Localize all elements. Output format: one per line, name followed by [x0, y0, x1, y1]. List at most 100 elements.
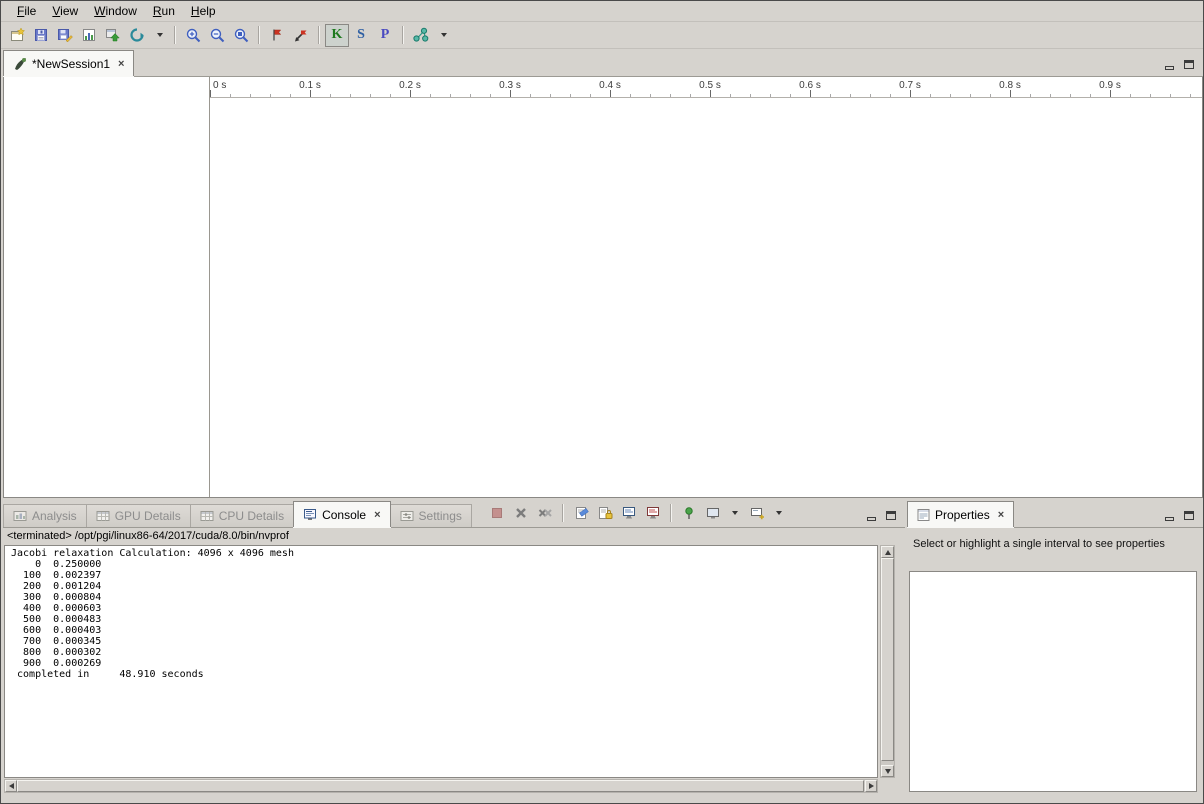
chevron-down-icon: [776, 511, 782, 515]
timeline-view[interactable]: 0 s 0.1 s 0.2 s 0.3 s 0.4 s 0.5 s 0.6 s …: [3, 77, 1203, 498]
chevron-down-icon: [441, 33, 447, 37]
menu-run[interactable]: Run: [145, 2, 183, 20]
console-output-text: Jacobi relaxation Calculation: 4096 x 40…: [11, 548, 877, 680]
kernel-toggle-button[interactable]: K: [325, 24, 349, 47]
analysis-icon: [412, 27, 430, 43]
remove-all-terminated-button[interactable]: [533, 501, 557, 524]
clear-console-icon: [573, 505, 589, 521]
minimize-icon: [1165, 66, 1174, 70]
main-toolbar: K S P: [1, 22, 1203, 49]
process-toggle-button[interactable]: P: [373, 24, 397, 47]
scroll-right-button[interactable]: [865, 780, 877, 792]
properties-tab-icon: [917, 509, 930, 521]
tab-properties[interactable]: Properties ×: [907, 501, 1014, 527]
profile-chart-icon: [81, 27, 97, 43]
profile-application-button[interactable]: [77, 24, 101, 47]
properties-panel: Properties × Select or highlight a singl…: [907, 501, 1203, 797]
import-session-button[interactable]: [101, 24, 125, 47]
console-horizontal-scrollbar[interactable]: [4, 779, 878, 793]
editor-window-buttons: [1159, 56, 1203, 76]
console-toolbar: [485, 501, 789, 527]
tab-settings-label: Settings: [419, 509, 462, 523]
maximize-icon: [1184, 511, 1194, 520]
minimize-button[interactable]: [1159, 507, 1179, 523]
clear-console-button[interactable]: [569, 501, 593, 524]
remove-launch-button[interactable]: [509, 501, 533, 524]
properties-tab-row: Properties ×: [907, 501, 1203, 528]
pin-console-icon: [681, 505, 697, 521]
goto-flag-icon: [293, 27, 309, 43]
save-as-icon: [57, 27, 73, 43]
minimize-button[interactable]: [861, 507, 881, 523]
maximize-button[interactable]: [1179, 507, 1199, 523]
scroll-left-button[interactable]: [5, 780, 17, 792]
display-console-dropdown-button[interactable]: [725, 501, 745, 524]
scroll-down-button[interactable]: [881, 765, 894, 777]
zoom-out-button[interactable]: [205, 24, 229, 47]
toolbar-separator: [670, 504, 672, 522]
tab-console-label: Console: [322, 508, 366, 522]
tab-settings[interactable]: Settings: [390, 504, 472, 527]
save-session-button[interactable]: [29, 24, 53, 47]
flag-button[interactable]: [265, 24, 289, 47]
console-tab-icon: [303, 509, 317, 521]
properties-message: Select or highlight a single interval to…: [913, 538, 1199, 550]
scroll-up-button[interactable]: [881, 546, 894, 558]
console-output[interactable]: Jacobi relaxation Calculation: 4096 x 40…: [4, 545, 878, 778]
ruler-major-ticks: [210, 90, 1202, 97]
arrow-left-icon: [9, 783, 14, 789]
stream-toggle-button[interactable]: S: [349, 24, 373, 47]
analysis-tab-icon: [13, 510, 27, 522]
analysis-dropdown-button[interactable]: [433, 24, 453, 47]
chevron-down-icon: [732, 511, 738, 515]
menu-view[interactable]: View: [44, 2, 86, 20]
close-icon[interactable]: ×: [374, 510, 380, 520]
session-icon: [13, 57, 27, 71]
menubar: File View Window Run Help: [1, 1, 1203, 22]
minimize-icon: [1165, 517, 1174, 521]
menu-help[interactable]: Help: [183, 2, 224, 20]
scroll-lock-button[interactable]: [593, 501, 617, 524]
run-button[interactable]: [125, 24, 149, 47]
menu-window[interactable]: Window: [86, 2, 145, 20]
properties-content-box[interactable]: [909, 571, 1197, 792]
terminate-button[interactable]: [485, 501, 509, 524]
horizontal-scrollbar-thumb[interactable]: [17, 780, 864, 792]
zoom-in-button[interactable]: [181, 24, 205, 47]
tab-analysis-label: Analysis: [32, 509, 77, 523]
new-session-button[interactable]: [5, 24, 29, 47]
console-window-buttons: [861, 507, 905, 527]
tab-cpu-details[interactable]: CPU Details: [190, 504, 294, 527]
console-vertical-scrollbar[interactable]: [880, 545, 895, 778]
tab-analysis[interactable]: Analysis: [3, 504, 87, 527]
session-editor-panel: *NewSession1 × 0 s 0.1 s 0.2 s 0.3 s 0.4…: [3, 50, 1203, 498]
timeline-name-column-divider[interactable]: [209, 77, 210, 497]
minimize-button[interactable]: [1159, 56, 1179, 72]
maximize-button[interactable]: [881, 507, 901, 523]
maximize-icon: [1184, 60, 1194, 69]
maximize-button[interactable]: [1179, 56, 1199, 72]
tab-session[interactable]: *NewSession1 ×: [3, 50, 134, 76]
goto-flag-button[interactable]: [289, 24, 313, 47]
guided-analysis-button[interactable]: [409, 24, 433, 47]
show-stderr-icon: [645, 505, 661, 521]
close-icon[interactable]: ×: [118, 59, 124, 69]
tab-gpu-details[interactable]: GPU Details: [86, 504, 191, 527]
timeline-ruler[interactable]: 0 s 0.1 s 0.2 s 0.3 s 0.4 s 0.5 s 0.6 s …: [210, 77, 1202, 98]
close-icon[interactable]: ×: [998, 510, 1004, 520]
show-stderr-button[interactable]: [641, 501, 665, 524]
vertical-scrollbar-thumb[interactable]: [881, 558, 894, 761]
pin-console-button[interactable]: [677, 501, 701, 524]
nvvp-window: File View Window Run Help: [0, 0, 1204, 804]
run-dropdown-button[interactable]: [149, 24, 169, 47]
arrow-up-icon: [885, 550, 891, 555]
zoom-fit-button[interactable]: [229, 24, 253, 47]
process-toggle-icon: P: [381, 28, 390, 42]
tab-console[interactable]: Console ×: [293, 501, 390, 527]
menu-file[interactable]: File: [9, 2, 44, 20]
display-selected-console-button[interactable]: [701, 501, 725, 524]
show-stdout-button[interactable]: [617, 501, 641, 524]
open-console-dropdown-button[interactable]: [769, 501, 789, 524]
save-as-button[interactable]: [53, 24, 77, 47]
open-console-button[interactable]: [745, 501, 769, 524]
